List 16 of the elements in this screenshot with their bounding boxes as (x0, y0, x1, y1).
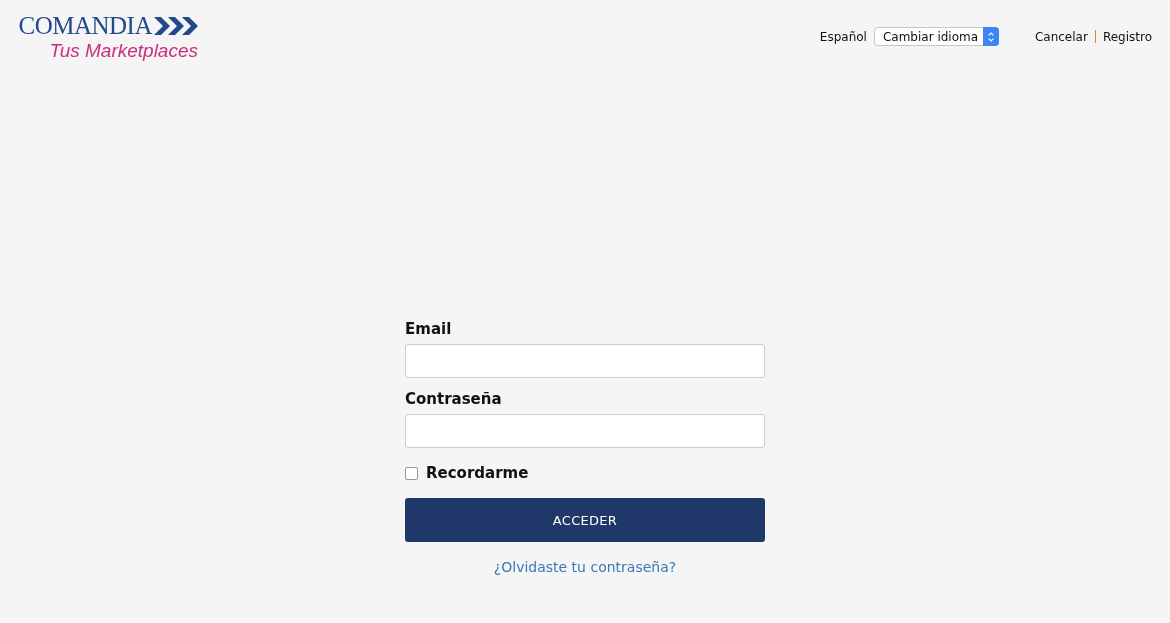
language-select[interactable]: Cambiar idioma (873, 27, 999, 46)
input-field[interactable] (405, 344, 765, 378)
forgot-password-link[interactable]: ¿Olvidaste tu contraseña? (493, 559, 677, 575)
checkbox-label: Recordarme (426, 464, 529, 482)
submit-button[interactable]: ACCEDER (405, 498, 765, 542)
header-link[interactable]: Cancelar (1034, 29, 1088, 44)
input-field[interactable] (405, 414, 765, 448)
field-label: Email (405, 320, 453, 338)
logo-wordmark: COMANDIA (18, 12, 152, 40)
field-label: Contraseña (405, 390, 503, 408)
current-language: Español (819, 29, 867, 44)
chevrons-icon (154, 15, 198, 37)
header-link[interactable]: Registro (1102, 29, 1152, 44)
logo-tagline: Tus Marketplaces (49, 40, 198, 62)
select-arrows-icon (982, 27, 999, 46)
remember-checkbox[interactable] (405, 466, 418, 480)
